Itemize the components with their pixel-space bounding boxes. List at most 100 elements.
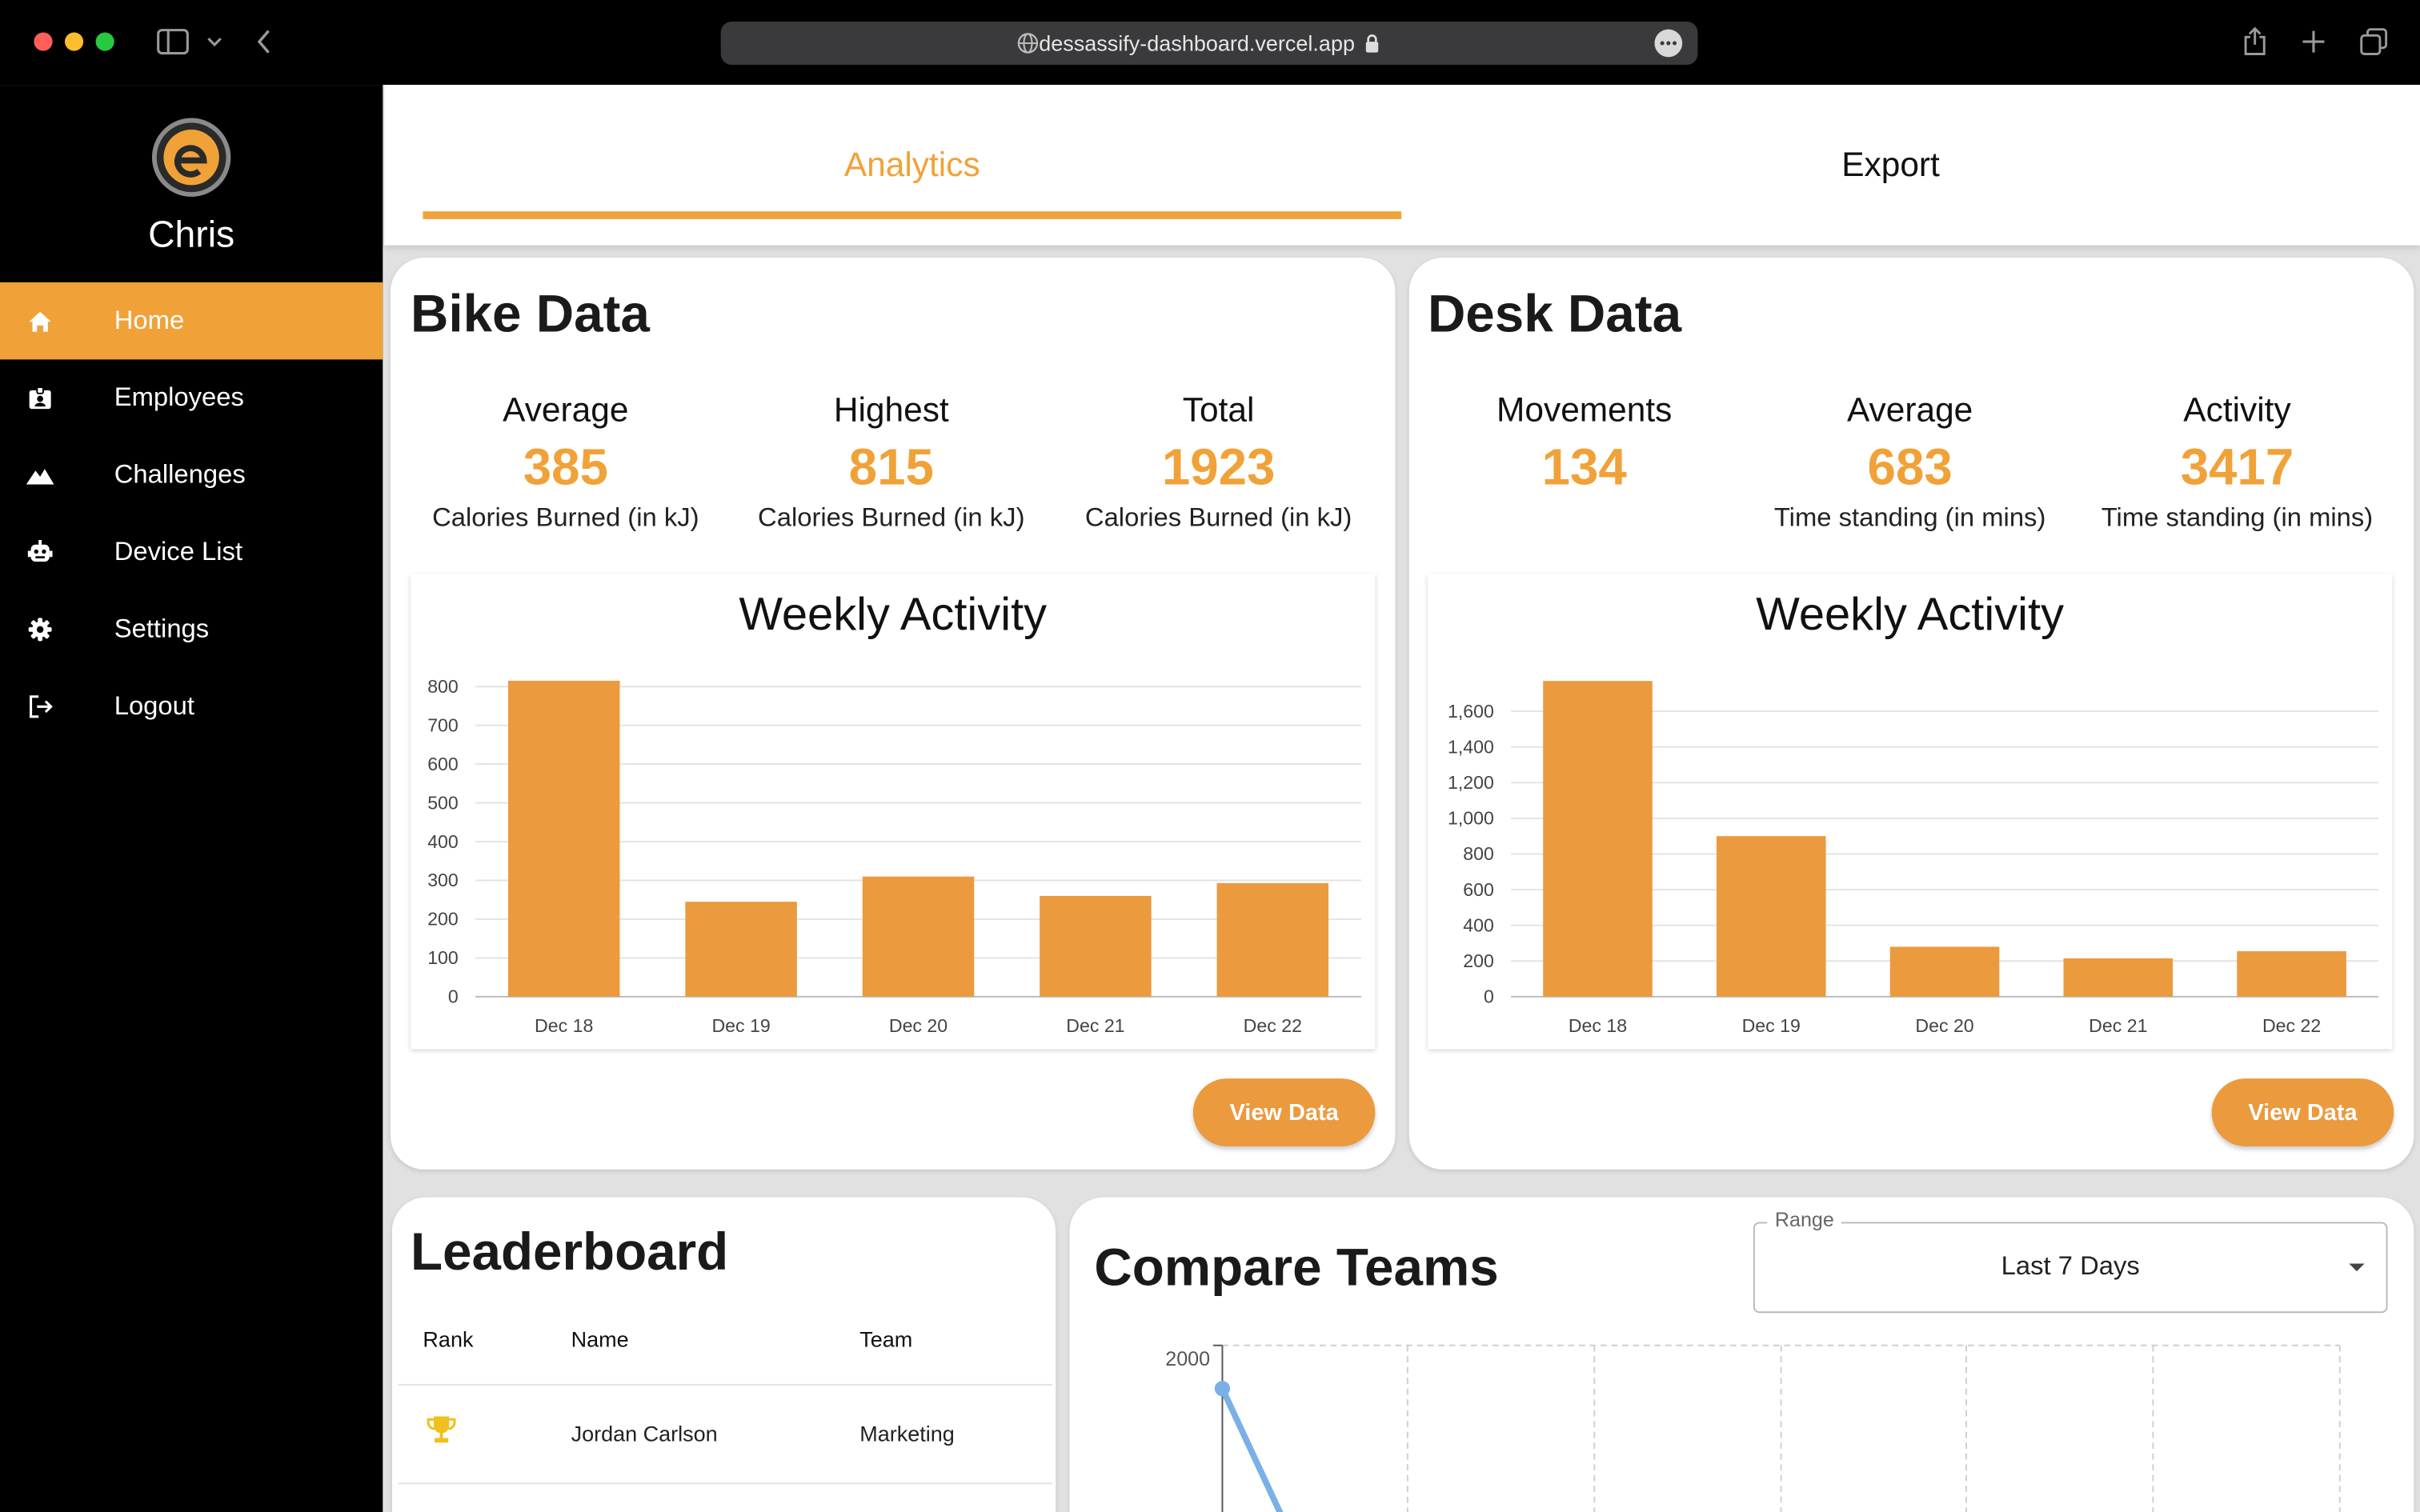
- stat-unit: Calories Burned (in kJ): [758, 502, 1025, 533]
- sidebar-item-employees[interactable]: Employees: [0, 359, 383, 436]
- maximize-window-button[interactable]: [95, 32, 114, 51]
- bar-chart: 0 200 400 600 800 1,000 1,200 1,400 1,600 Dec 18 D…: [1448, 681, 2378, 1036]
- data-point: [1214, 1381, 1231, 1397]
- column-header-team[interactable]: Team: [859, 1327, 912, 1352]
- desk-stat-movements: Movements 134: [1421, 390, 1747, 534]
- x-tick-label: Dec 21: [2089, 1015, 2147, 1036]
- sidebar-item-label: Device List: [114, 537, 243, 566]
- desk-data-title: Desk Data: [1427, 285, 1682, 345]
- y-tick-label: 200: [427, 909, 459, 930]
- bike-weekly-activity-chart: 0 100 200 300 400 500 600 700 800 Dec 18 Dec 19 Dec…: [411, 574, 1376, 1050]
- stat-unit: Calories Burned (in kJ): [432, 502, 699, 533]
- bike-stat-average: Average 385 Calories Burned (in kJ): [403, 390, 728, 534]
- lock-icon: [1365, 34, 1378, 52]
- sidebar-item-settings[interactable]: Settings: [0, 591, 383, 668]
- url-text: dessassify-dashboard.vercel.app: [1039, 30, 1355, 56]
- back-icon[interactable]: [251, 25, 276, 58]
- stat-value: 815: [848, 438, 934, 496]
- sidebar-item-label: Employees: [114, 382, 244, 412]
- trophy-icon: [426, 1415, 457, 1450]
- address-bar[interactable]: dessassify-dashboard.vercel.app: [720, 22, 1698, 66]
- home-icon: [26, 307, 54, 335]
- share-icon[interactable]: [2239, 25, 2270, 58]
- browser-toolbar: dessassify-dashboard.vercel.app: [0, 0, 2420, 86]
- x-tick-label: Dec 20: [889, 1015, 948, 1036]
- sidebar-item-label: Logout: [114, 691, 195, 721]
- bar: [685, 902, 797, 997]
- bar: [1040, 895, 1152, 997]
- sidebar-toggle-icon[interactable]: [154, 25, 191, 58]
- minimize-window-button[interactable]: [65, 32, 84, 51]
- sidebar-item-challenges[interactable]: Challenges: [0, 437, 383, 514]
- sidebar-item-label: Settings: [114, 614, 210, 644]
- desk-view-data-button[interactable]: View Data: [2211, 1078, 2394, 1146]
- bike-stat-total: Total 1923 Calories Burned (in kJ): [1056, 390, 1381, 534]
- more-options-icon[interactable]: [1654, 29, 1683, 58]
- y-tick-label: 1,400: [1448, 736, 1494, 757]
- sidebar-item-device-list[interactable]: Device List: [0, 514, 383, 590]
- chart-title: Weekly Activity: [1756, 589, 2065, 641]
- stat-label: Activity: [2183, 390, 2291, 430]
- y-tick-label: 100: [427, 947, 459, 968]
- bar: [862, 876, 975, 997]
- x-tick-label: Dec 19: [1742, 1015, 1801, 1036]
- chevron-down-icon[interactable]: [204, 25, 226, 58]
- y-tick-label: 400: [427, 831, 459, 852]
- x-tick-label: Dec 22: [2262, 1015, 2321, 1036]
- sidebar: Chris Home Employees Challenges Device L…: [0, 85, 383, 1512]
- stat-unit: Time standing (in mins): [2101, 502, 2374, 533]
- table-divider: [398, 1383, 1053, 1386]
- stat-unit: Time standing (in mins): [1773, 502, 2046, 533]
- y-tick-label: 200: [1463, 950, 1494, 971]
- tab-analytics[interactable]: Analytics: [423, 85, 1401, 246]
- stat-label: Average: [1846, 390, 1973, 430]
- stat-value: 683: [1867, 438, 1953, 496]
- column-header-name[interactable]: Name: [571, 1327, 629, 1352]
- x-tick-label: Dec 19: [711, 1015, 770, 1036]
- y-tick-label: 2000: [1165, 1348, 1210, 1370]
- y-tick-label: 800: [427, 676, 459, 697]
- x-tick-label: Dec 21: [1066, 1015, 1124, 1036]
- close-window-button[interactable]: [34, 32, 53, 51]
- app-logo: [151, 118, 231, 197]
- chart-grid: [1222, 1344, 2341, 1512]
- bar: [2063, 958, 2174, 997]
- y-tick-label: 800: [1463, 843, 1494, 864]
- sidebar-item-home[interactable]: Home: [0, 282, 383, 360]
- bar: [507, 680, 620, 997]
- sidebar-item-logout[interactable]: Logout: [0, 668, 383, 745]
- y-tick-label: 400: [1463, 914, 1494, 935]
- bar: [1543, 681, 1653, 997]
- sidebar-item-label: Challenges: [114, 459, 246, 490]
- tab-overview-icon[interactable]: [2358, 25, 2390, 58]
- new-tab-icon[interactable]: [2298, 25, 2330, 58]
- bar: [1889, 946, 2000, 997]
- stat-label: Highest: [833, 390, 949, 430]
- x-tick-label: Dec 18: [535, 1015, 593, 1036]
- y-tick-label: 700: [427, 714, 459, 735]
- bike-view-data-button[interactable]: View Data: [1192, 1078, 1376, 1146]
- gear-icon: [26, 616, 54, 644]
- stat-value: 385: [523, 438, 608, 496]
- stat-value: 134: [1541, 438, 1627, 496]
- mountain-icon: [26, 462, 54, 490]
- column-header-rank[interactable]: Rank: [423, 1327, 473, 1352]
- stat-label: Average: [503, 390, 629, 430]
- bike-stat-highest: Highest 815 Calories Burned (in kJ): [728, 390, 1054, 534]
- sidebar-item-label: Home: [114, 305, 185, 335]
- employee-name: Jordan Carlson: [571, 1421, 718, 1446]
- y-tick-label: 600: [427, 754, 459, 774]
- y-tick-label: 0: [448, 986, 459, 1007]
- bar: [1216, 882, 1329, 997]
- globe-icon: [1017, 33, 1039, 54]
- y-tick-label: 1,600: [1448, 701, 1494, 722]
- robot-icon: [26, 538, 54, 566]
- table-divider: [398, 1482, 1053, 1485]
- leaderboard-title: Leaderboard: [411, 1223, 729, 1282]
- active-tab-indicator: [423, 211, 1402, 219]
- tab-export[interactable]: Export: [1401, 85, 2380, 246]
- stat-label: Total: [1182, 390, 1255, 430]
- bike-data-title: Bike Data: [411, 285, 650, 345]
- y-tick-label: 600: [1463, 879, 1494, 900]
- badge-icon: [26, 384, 54, 412]
